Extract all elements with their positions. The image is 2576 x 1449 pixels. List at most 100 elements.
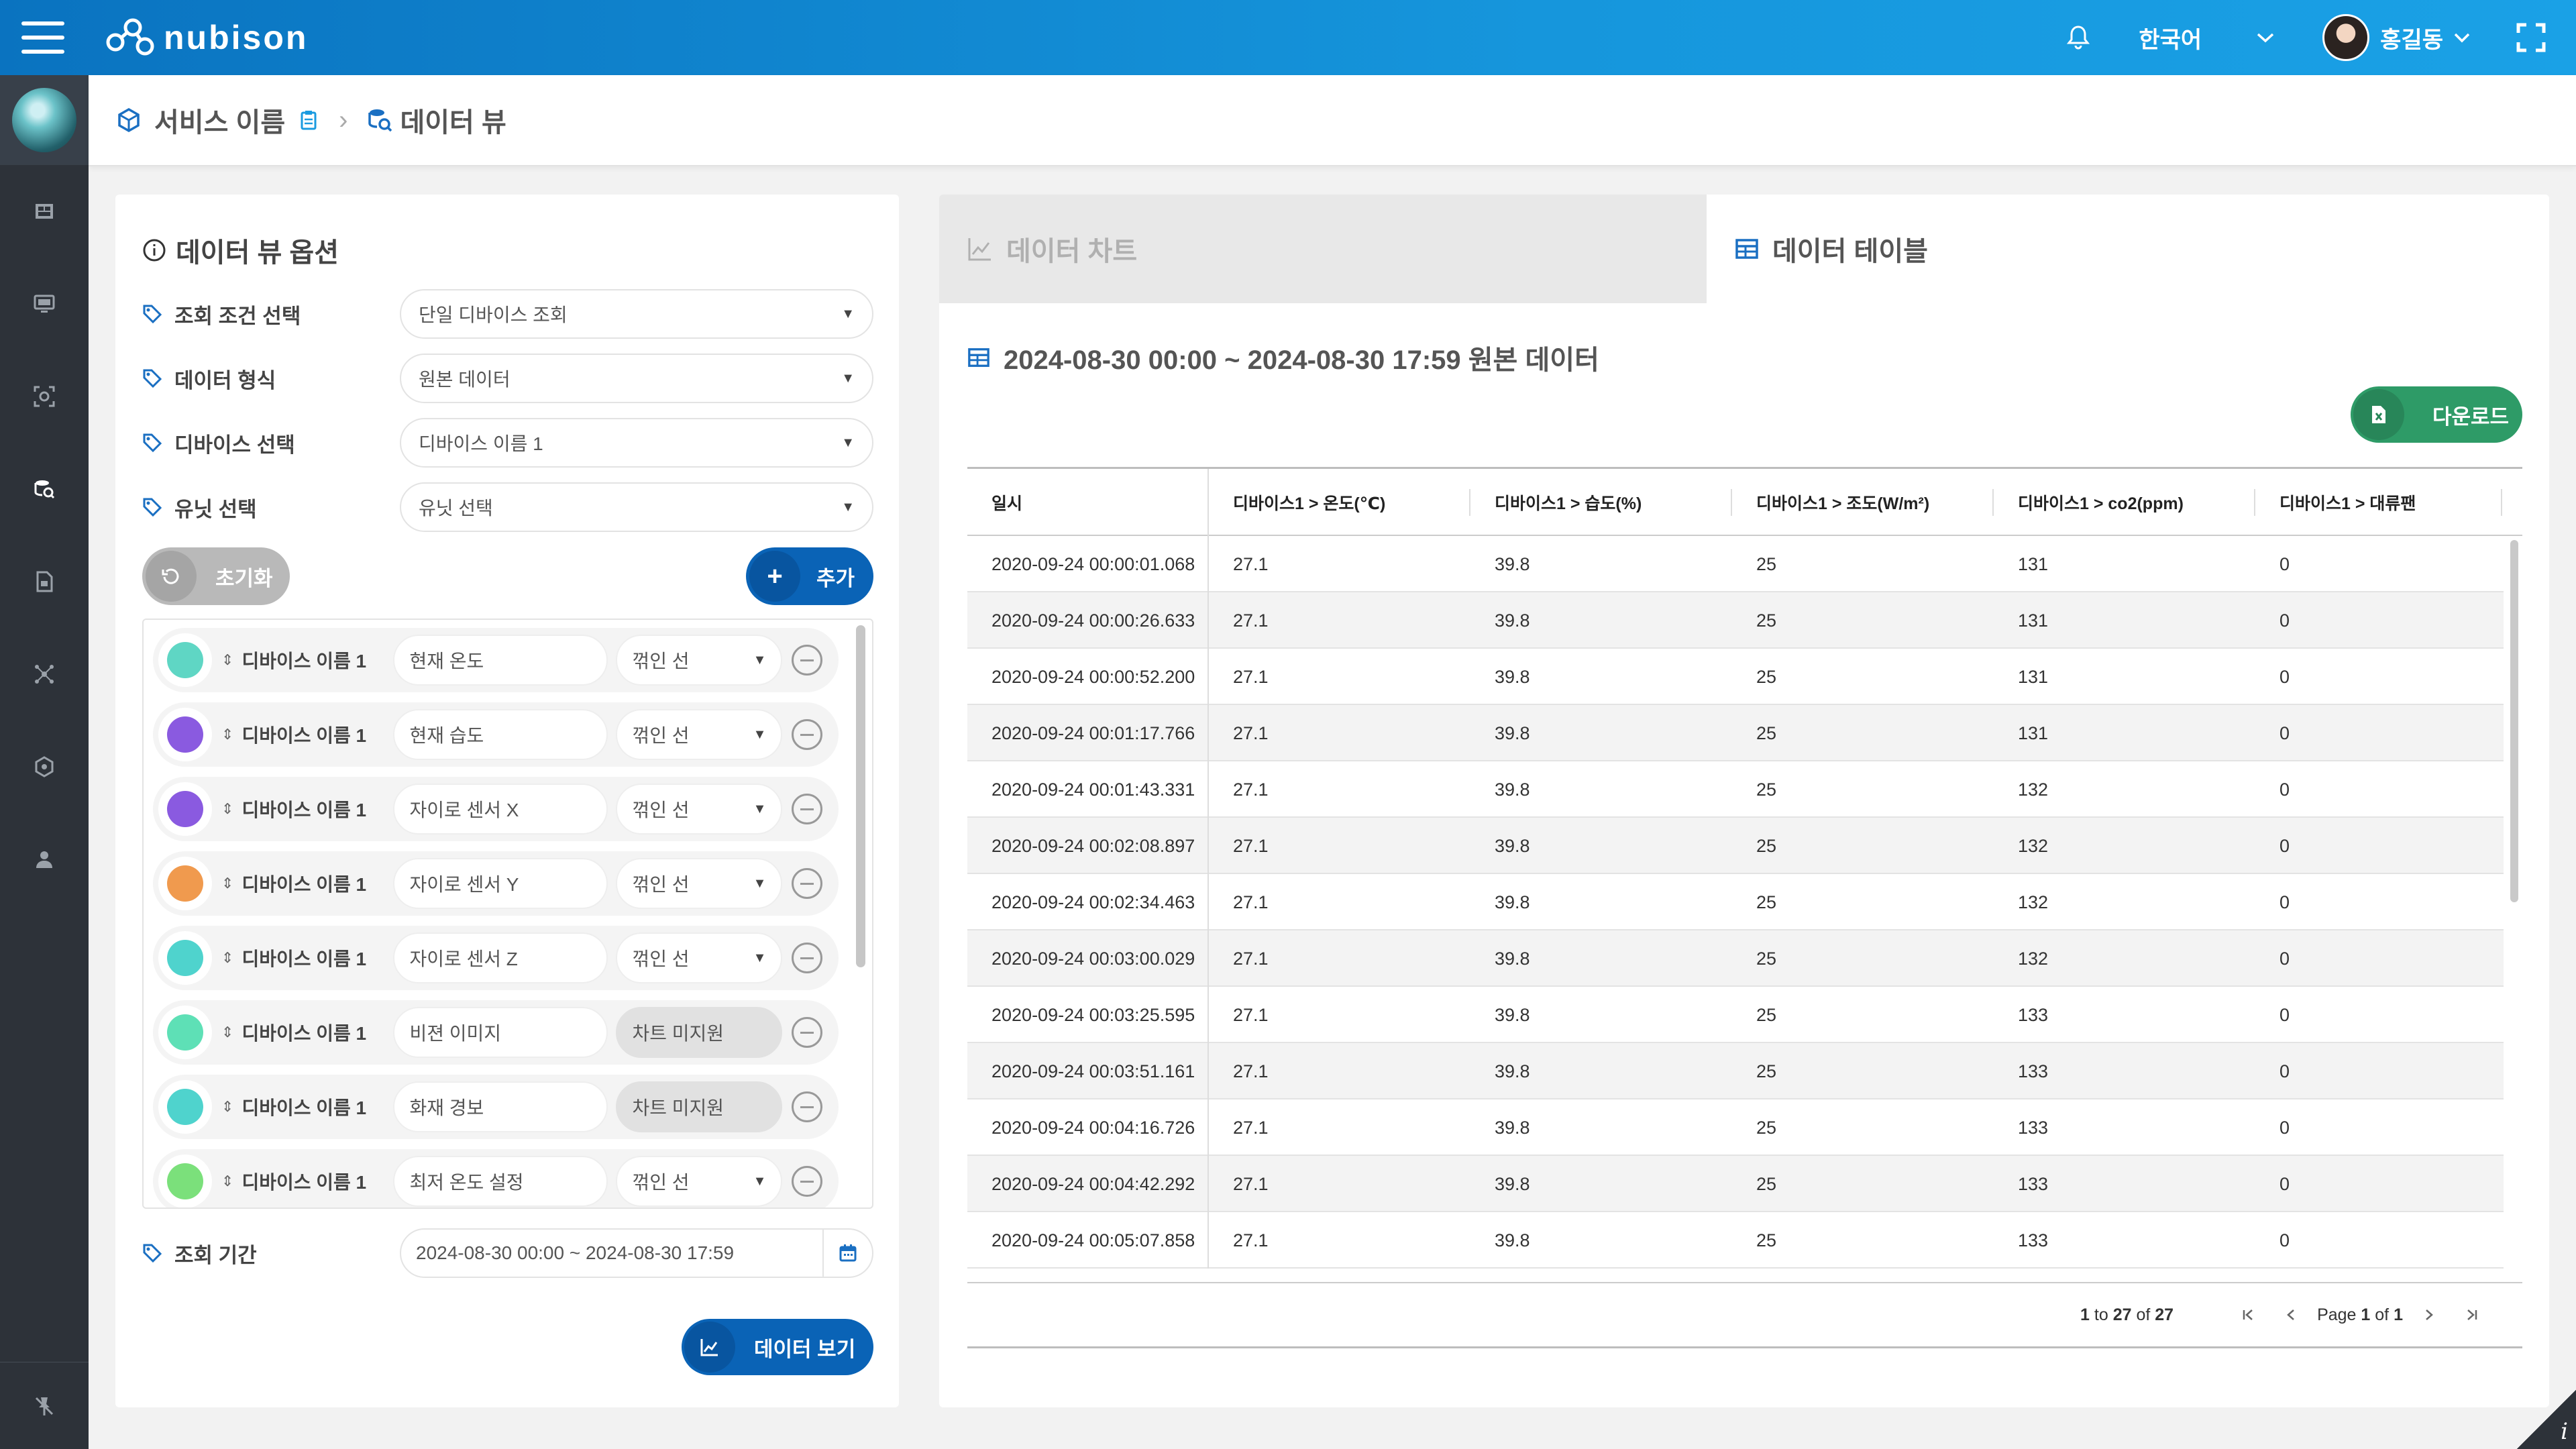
chart-type-select[interactable]: 꺾인 선 ▼: [616, 784, 783, 835]
item-name-input[interactable]: 비젼 이미지: [393, 1007, 608, 1058]
remove-item-icon[interactable]: [792, 1091, 823, 1122]
sidebar-item-network[interactable]: [0, 628, 89, 720]
list-item[interactable]: ⇕ 디바이스 이름 1 화재 경보 차트 미지원: [153, 1075, 839, 1139]
column-header[interactable]: 디바이스1 > 습도(%): [1470, 469, 1732, 536]
table-row[interactable]: 2020-09-24 00:01:43.331 27.1 39.8 25 132 0: [967, 761, 2504, 818]
prev-page-icon[interactable]: [2278, 1301, 2305, 1328]
chart-type-select[interactable]: 꺾인 선 ▼: [616, 932, 783, 983]
color-picker[interactable]: [158, 782, 212, 836]
sidebar-item-monitor[interactable]: [0, 258, 89, 350]
data-format-select[interactable]: 원본 데이터 ▼: [400, 354, 873, 403]
color-picker[interactable]: [158, 708, 212, 761]
remove-item-icon[interactable]: [792, 794, 823, 824]
sort-handle-icon[interactable]: ⇕: [221, 726, 233, 743]
color-picker[interactable]: [158, 1155, 212, 1208]
remove-item-icon[interactable]: [792, 1017, 823, 1048]
sort-handle-icon[interactable]: ⇕: [221, 1024, 233, 1041]
list-item[interactable]: ⇕ 디바이스 이름 1 자이로 센서 Z 꺾인 선 ▼: [153, 926, 839, 990]
add-button[interactable]: + 추가: [746, 547, 873, 605]
color-picker[interactable]: [158, 1006, 212, 1059]
table-row[interactable]: 2020-09-24 00:00:52.200 27.1 39.8 25 131 0: [967, 649, 2504, 705]
remove-item-icon[interactable]: [792, 645, 823, 676]
table-row[interactable]: 2020-09-24 00:02:34.463 27.1 39.8 25 132 0: [967, 874, 2504, 930]
menu-icon[interactable]: [21, 21, 64, 54]
user-menu[interactable]: 홍길동: [2322, 14, 2471, 61]
remove-item-icon[interactable]: [792, 1166, 823, 1197]
list-item[interactable]: ⇕ 디바이스 이름 1 최저 온도 설정 꺾인 선 ▼: [153, 1149, 839, 1208]
chevron-down-icon[interactable]: [2255, 31, 2275, 44]
table-row[interactable]: 2020-09-24 00:03:51.161 27.1 39.8 25 133 0: [967, 1043, 2504, 1099]
query-condition-select[interactable]: 단일 디바이스 조회 ▼: [400, 289, 873, 339]
sidebar-item-dashboard[interactable]: [0, 165, 89, 258]
first-page-icon[interactable]: [2235, 1301, 2262, 1328]
sort-handle-icon[interactable]: ⇕: [221, 1098, 233, 1116]
column-header[interactable]: 디바이스1 > co2(ppm): [1994, 469, 2255, 536]
table-row[interactable]: 2020-09-24 00:03:25.595 27.1 39.8 25 133 0: [967, 987, 2504, 1043]
column-header[interactable]: 일시: [967, 469, 1209, 536]
table-row[interactable]: 2020-09-24 00:02:08.897 27.1 39.8 25 132 0: [967, 818, 2504, 874]
item-name-input[interactable]: 자이로 센서 Z: [393, 932, 608, 983]
list-item[interactable]: ⇕ 디바이스 이름 1 비젼 이미지 차트 미지원: [153, 1000, 839, 1065]
remove-item-icon[interactable]: [792, 719, 823, 750]
sort-handle-icon[interactable]: ⇕: [221, 651, 233, 669]
column-header[interactable]: 디바이스1 > 대류팬: [2255, 469, 2502, 536]
breadcrumb-service[interactable]: 서비스 이름: [154, 101, 285, 140]
remove-item-icon[interactable]: [792, 943, 823, 973]
table-row[interactable]: 2020-09-24 00:01:17.766 27.1 39.8 25 131 0: [967, 705, 2504, 761]
sidebar-item-scan[interactable]: [0, 350, 89, 443]
grid-scrollbar[interactable]: [2510, 540, 2520, 1286]
clipboard-icon[interactable]: [297, 109, 320, 131]
pin-sidebar-button[interactable]: [0, 1362, 89, 1449]
device-select[interactable]: 디바이스 이름 1 ▼: [400, 418, 873, 468]
column-header[interactable]: 디바이스1 > 조도(W/m²): [1732, 469, 1994, 536]
item-name-input[interactable]: 현재 습도: [393, 709, 608, 760]
table-row[interactable]: 2020-09-24 00:00:01.068 27.1 39.8 25 131 0: [967, 536, 2504, 592]
service-avatar[interactable]: [0, 75, 89, 165]
bell-icon[interactable]: [2058, 17, 2098, 58]
item-name-input[interactable]: 최저 온도 설정: [393, 1156, 608, 1207]
column-header[interactable]: 디바이스1 > 온도(℃): [1209, 469, 1470, 536]
item-name-input[interactable]: 현재 온도: [393, 635, 608, 686]
sidebar-item-service[interactable]: [0, 720, 89, 813]
item-name-input[interactable]: 자이로 센서 X: [393, 784, 608, 835]
list-scrollbar[interactable]: [856, 625, 865, 1202]
sort-handle-icon[interactable]: ⇕: [221, 949, 233, 967]
fullscreen-icon[interactable]: [2514, 21, 2548, 54]
list-item[interactable]: ⇕ 디바이스 이름 1 현재 습도 꺾인 선 ▼: [153, 702, 839, 767]
chart-type-select[interactable]: 꺾인 선 ▼: [616, 858, 783, 909]
chart-type-select[interactable]: 꺾인 선 ▼: [616, 709, 783, 760]
list-item[interactable]: ⇕ 디바이스 이름 1 현재 온도 꺾인 선 ▼: [153, 628, 839, 692]
unit-select[interactable]: 유닛 선택 ▼: [400, 482, 873, 532]
color-picker[interactable]: [158, 931, 212, 985]
last-page-icon[interactable]: [2458, 1301, 2485, 1328]
table-row[interactable]: 2020-09-24 00:03:00.029 27.1 39.8 25 132 0: [967, 930, 2504, 987]
table-row[interactable]: 2020-09-24 00:04:42.292 27.1 39.8 25 133 0: [967, 1156, 2504, 1212]
sort-handle-icon[interactable]: ⇕: [221, 800, 233, 818]
table-row[interactable]: 2020-09-24 00:05:07.858 27.1 39.8 25 133 0: [967, 1212, 2504, 1269]
list-item[interactable]: ⇕ 디바이스 이름 1 자이로 센서 Y 꺾인 선 ▼: [153, 851, 839, 916]
sidebar-item-user[interactable]: [0, 813, 89, 906]
color-picker[interactable]: [158, 857, 212, 910]
logo[interactable]: nubison: [106, 12, 308, 63]
tab-data-table[interactable]: 데이터 테이블: [1707, 195, 2549, 303]
list-item[interactable]: ⇕ 디바이스 이름 1 자이로 센서 X 꺾인 선 ▼: [153, 777, 839, 841]
sort-handle-icon[interactable]: ⇕: [221, 875, 233, 892]
tab-data-chart[interactable]: 데이터 차트: [939, 195, 1707, 303]
calendar-button[interactable]: [822, 1230, 872, 1277]
table-row[interactable]: 2020-09-24 00:04:16.726 27.1 39.8 25 133 0: [967, 1099, 2504, 1156]
download-button[interactable]: 다운로드: [2351, 386, 2522, 443]
view-data-button[interactable]: 데이터 보기: [682, 1319, 873, 1375]
next-page-icon[interactable]: [2415, 1301, 2442, 1328]
item-name-input[interactable]: 화재 경보: [393, 1081, 608, 1132]
chart-type-select[interactable]: 꺾인 선 ▼: [616, 1156, 783, 1207]
sidebar-item-data-view[interactable]: [0, 443, 89, 535]
info-corner-button[interactable]: i: [2517, 1390, 2576, 1449]
period-input[interactable]: 2024-08-30 00:00 ~ 2024-08-30 17:59: [400, 1228, 873, 1278]
chart-type-select[interactable]: 꺾인 선 ▼: [616, 635, 783, 686]
language-selector[interactable]: 한국어: [2139, 21, 2202, 54]
sidebar-item-report[interactable]: [0, 535, 89, 628]
reset-button[interactable]: 초기화: [142, 547, 290, 605]
remove-item-icon[interactable]: [792, 868, 823, 899]
sort-handle-icon[interactable]: ⇕: [221, 1173, 233, 1190]
table-row[interactable]: 2020-09-24 00:00:26.633 27.1 39.8 25 131 0: [967, 592, 2504, 649]
